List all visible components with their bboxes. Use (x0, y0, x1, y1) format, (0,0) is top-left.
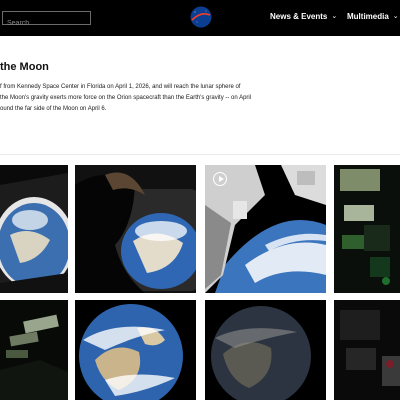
article-intro: f from Kennedy Space Center in Florida o… (0, 82, 290, 115)
search-box[interactable] (2, 11, 91, 30)
gallery-image-earth-through-window[interactable] (0, 165, 68, 293)
top-nav-bar: News & Events ⌄ Multimedia ⌄ (0, 0, 400, 36)
gallery-image-earth-dim[interactable] (205, 300, 326, 400)
intro-line: the Moon's gravity exerts more force on … (0, 95, 252, 101)
gallery-video-orion-earth[interactable] (205, 165, 326, 293)
intro-line: f from Kennedy Space Center in Florida o… (0, 84, 241, 90)
nav-multimedia[interactable]: Multimedia ⌄ (347, 12, 399, 21)
search-input[interactable] (3, 17, 90, 30)
gallery-image-full-earth[interactable] (75, 300, 196, 400)
page-title: the Moon (0, 61, 49, 73)
play-icon[interactable] (213, 172, 227, 186)
gallery-image-cabin-interior[interactable] (334, 165, 400, 293)
nav-news-events[interactable]: News & Events ⌄ (270, 12, 337, 21)
chevron-down-icon: ⌄ (392, 12, 399, 20)
gallery-image-astronaut-window[interactable] (75, 165, 196, 293)
section-divider (0, 154, 400, 155)
nav-multimedia-label: Multimedia (347, 12, 389, 21)
nasa-logo[interactable] (190, 6, 212, 28)
chevron-down-icon: ⌄ (331, 12, 338, 20)
gallery-image-cabin-dark[interactable] (0, 300, 68, 400)
intro-line: ound the far side of the Moon on April 6… (0, 106, 107, 112)
nav-news-events-label: News & Events (270, 12, 328, 21)
gallery-image-cabin-equipment[interactable] (334, 300, 400, 400)
